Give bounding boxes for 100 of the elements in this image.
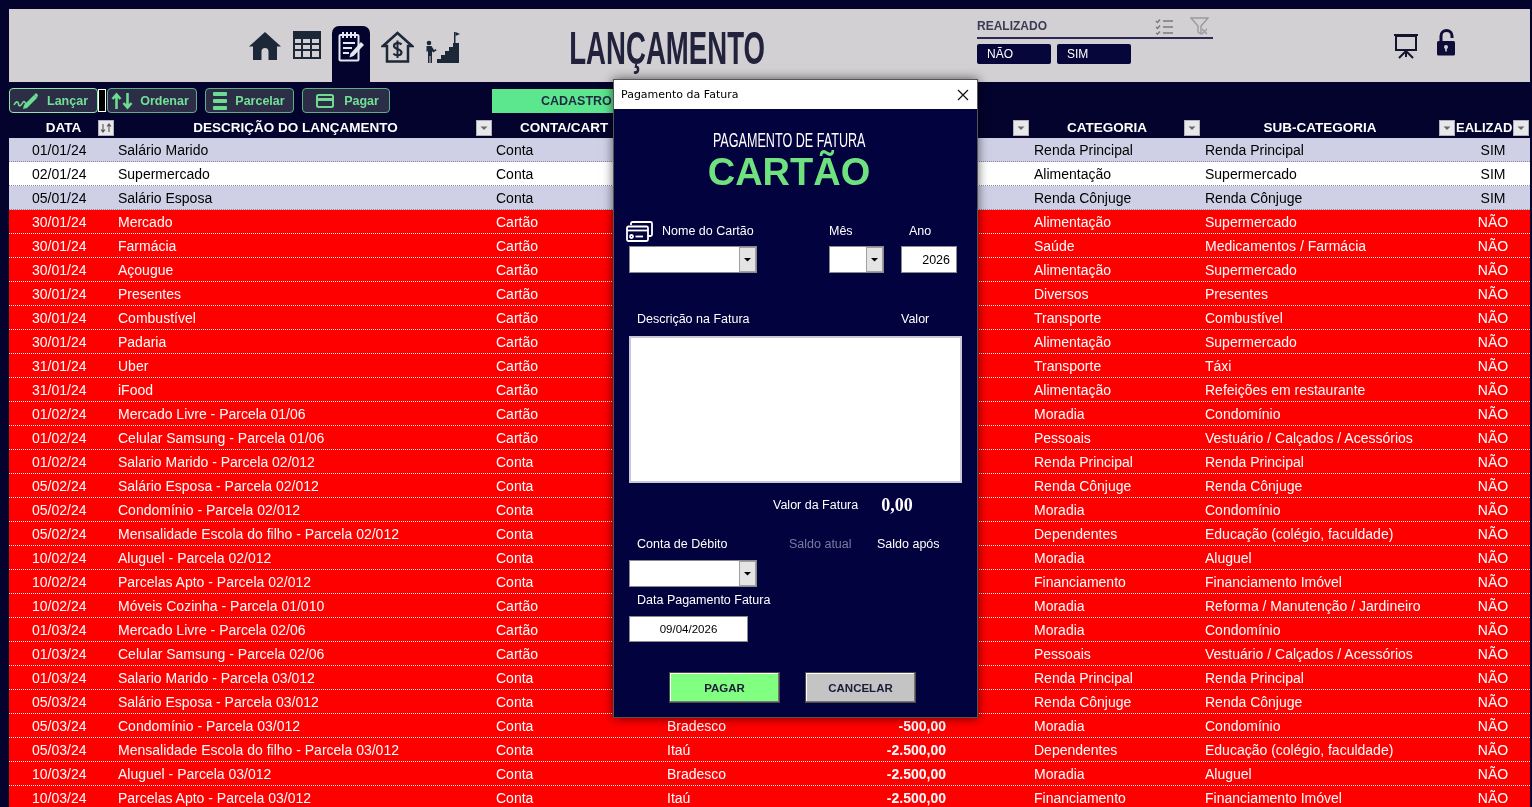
toolbar-button[interactable]: Lançar (9, 88, 98, 113)
table-cell: Renda Cônjuge (1034, 477, 1132, 494)
table-cell: NÃO (1477, 357, 1509, 374)
table-cell: Vestuário / Calçados / Acessórios (1205, 429, 1413, 446)
table-cell: NÃO (1477, 645, 1509, 662)
filter-option-button[interactable]: NÃO (977, 44, 1051, 64)
filter-dropdown-icon[interactable] (1013, 119, 1029, 136)
table-cell: Condomínio (1205, 405, 1281, 422)
table-cell: Conta (496, 549, 534, 566)
caret-down-icon[interactable] (739, 247, 756, 272)
up-down-arrows-icon (111, 91, 133, 110)
table-cell: -2.500,00 (886, 789, 946, 806)
field-label: Mês (829, 223, 853, 239)
month-combobox[interactable] (829, 246, 884, 273)
table-cell: Conta (496, 765, 534, 782)
sort-icon[interactable] (98, 119, 114, 136)
table-cell: Financiamento Imóvel (1205, 789, 1342, 806)
table-cell: Presentes (118, 285, 182, 302)
nav-tab[interactable] (293, 31, 321, 59)
table-cell: Renda Cônjuge (1205, 189, 1303, 206)
table-cell: 10/02/24 (32, 549, 87, 566)
nav-tab[interactable] (248, 31, 282, 61)
table-cell: Açougue (118, 261, 174, 278)
caret-down-icon[interactable] (866, 247, 883, 272)
table-cell: -2.500,00 (886, 741, 946, 758)
table-cell: Renda Cônjuge (1034, 189, 1132, 206)
table-cell: Supermercado (1205, 213, 1297, 230)
table-cell: Cartão (496, 237, 539, 254)
table-cell: Móveis Cozinha - Parcela 01/010 (118, 597, 325, 614)
table-cell: Mercado (118, 213, 173, 230)
table-cell: Mensalidade Escola do filho - Parcela 02/012 (118, 525, 399, 542)
table-cell: Conta (496, 141, 534, 158)
table-cell: 05/02/24 (32, 501, 87, 518)
table-cell: Renda Principal (1205, 453, 1304, 470)
table-cell: Dependentes (1034, 741, 1118, 758)
table-cell: Cartão (496, 645, 539, 662)
table-cell: Conta (496, 453, 534, 470)
table-cell: NÃO (1477, 285, 1509, 302)
filter-dropdown-icon[interactable] (476, 119, 492, 136)
table-cell: 01/03/24 (32, 645, 87, 662)
table-cell: Condomínio - Parcela 03/012 (118, 717, 301, 734)
filter-dropdown-icon[interactable] (1439, 119, 1455, 136)
table-cell: Cartão (496, 213, 539, 230)
table-cell: NÃO (1477, 333, 1509, 350)
filter-dropdown-icon[interactable] (1184, 119, 1200, 136)
dialog-title: Pagamento da Fatura (621, 88, 739, 101)
nav-tab[interactable] (332, 26, 370, 82)
close-icon[interactable] (957, 88, 969, 101)
table-cell: NÃO (1477, 573, 1509, 590)
column-header: EALIZAD (1456, 120, 1513, 135)
table-cell: Cartão (496, 429, 539, 446)
table-cell: Cartão (496, 357, 539, 374)
table-cell: Moradia (1034, 405, 1085, 422)
payment-date-input[interactable]: 09/04/2026 (629, 616, 748, 642)
table-cell: Renda Principal (1034, 141, 1133, 158)
table-cell: Padaria (118, 333, 167, 350)
filter-option-button[interactable]: SIM (1057, 44, 1131, 64)
dialog-button[interactable]: CANCELAR (805, 672, 916, 703)
unlocked-padlock-icon[interactable] (1436, 29, 1456, 56)
pen-signature-icon (13, 92, 38, 109)
debit-account-combobox[interactable] (629, 560, 757, 587)
table-cell: NÃO (1477, 693, 1509, 710)
card-name-combobox[interactable] (629, 246, 757, 273)
total-value: 0,00 (881, 494, 913, 516)
table-cell: 05/03/24 (32, 741, 87, 758)
nav-tab[interactable] (381, 31, 414, 63)
field-label: Descrição na Fatura (637, 311, 750, 327)
table-cell: 30/01/24 (32, 237, 87, 254)
checklist-icon[interactable] (1155, 17, 1173, 35)
filter-panel-title: REALIZADO (977, 19, 1047, 33)
table-cell: Transporte (1034, 357, 1102, 374)
table-cell: -2.500,00 (886, 765, 946, 782)
table-cell: 02/01/24 (32, 165, 87, 182)
table-cell: Aluguel - Parcela 02/012 (118, 549, 272, 566)
presentation-board-icon[interactable] (1393, 33, 1419, 59)
table-cell: Alimentação (1034, 213, 1112, 230)
table-cell: Reforma / Manutenção / Jardineiro (1205, 597, 1421, 614)
table-cell: Renda Principal (1034, 453, 1133, 470)
table-cell: Conta (496, 573, 534, 590)
toolbar-button[interactable]: Ordenar (107, 88, 197, 113)
toolbar-button[interactable]: Pagar (302, 88, 390, 113)
table-cell: NÃO (1477, 717, 1509, 734)
year-input[interactable]: 2026 (901, 246, 957, 273)
person-stairs-icon (425, 31, 460, 63)
dialog-button[interactable]: PAGAR (669, 672, 780, 703)
table-cell: Condomínio (1205, 621, 1281, 638)
table-cell: Condomínio (1205, 501, 1281, 518)
table-cell: NÃO (1477, 381, 1509, 398)
caret-down-icon[interactable] (739, 561, 756, 586)
total-label: Valor da Fatura (773, 497, 859, 513)
nav-tab[interactable] (425, 31, 460, 63)
table-cell: Parcelas Apto - Parcela 02/012 (118, 573, 311, 590)
home-icon (248, 31, 282, 61)
balance-label: Saldo atual (789, 536, 852, 552)
table-cell: 30/01/24 (32, 213, 87, 230)
filter-dropdown-icon[interactable] (1513, 119, 1529, 136)
toolbar-button[interactable]: Parcelar (205, 88, 294, 113)
table-cell: Moradia (1034, 717, 1085, 734)
register-button[interactable]: CADASTRO (492, 89, 613, 113)
table-cell: 30/01/24 (32, 309, 87, 326)
